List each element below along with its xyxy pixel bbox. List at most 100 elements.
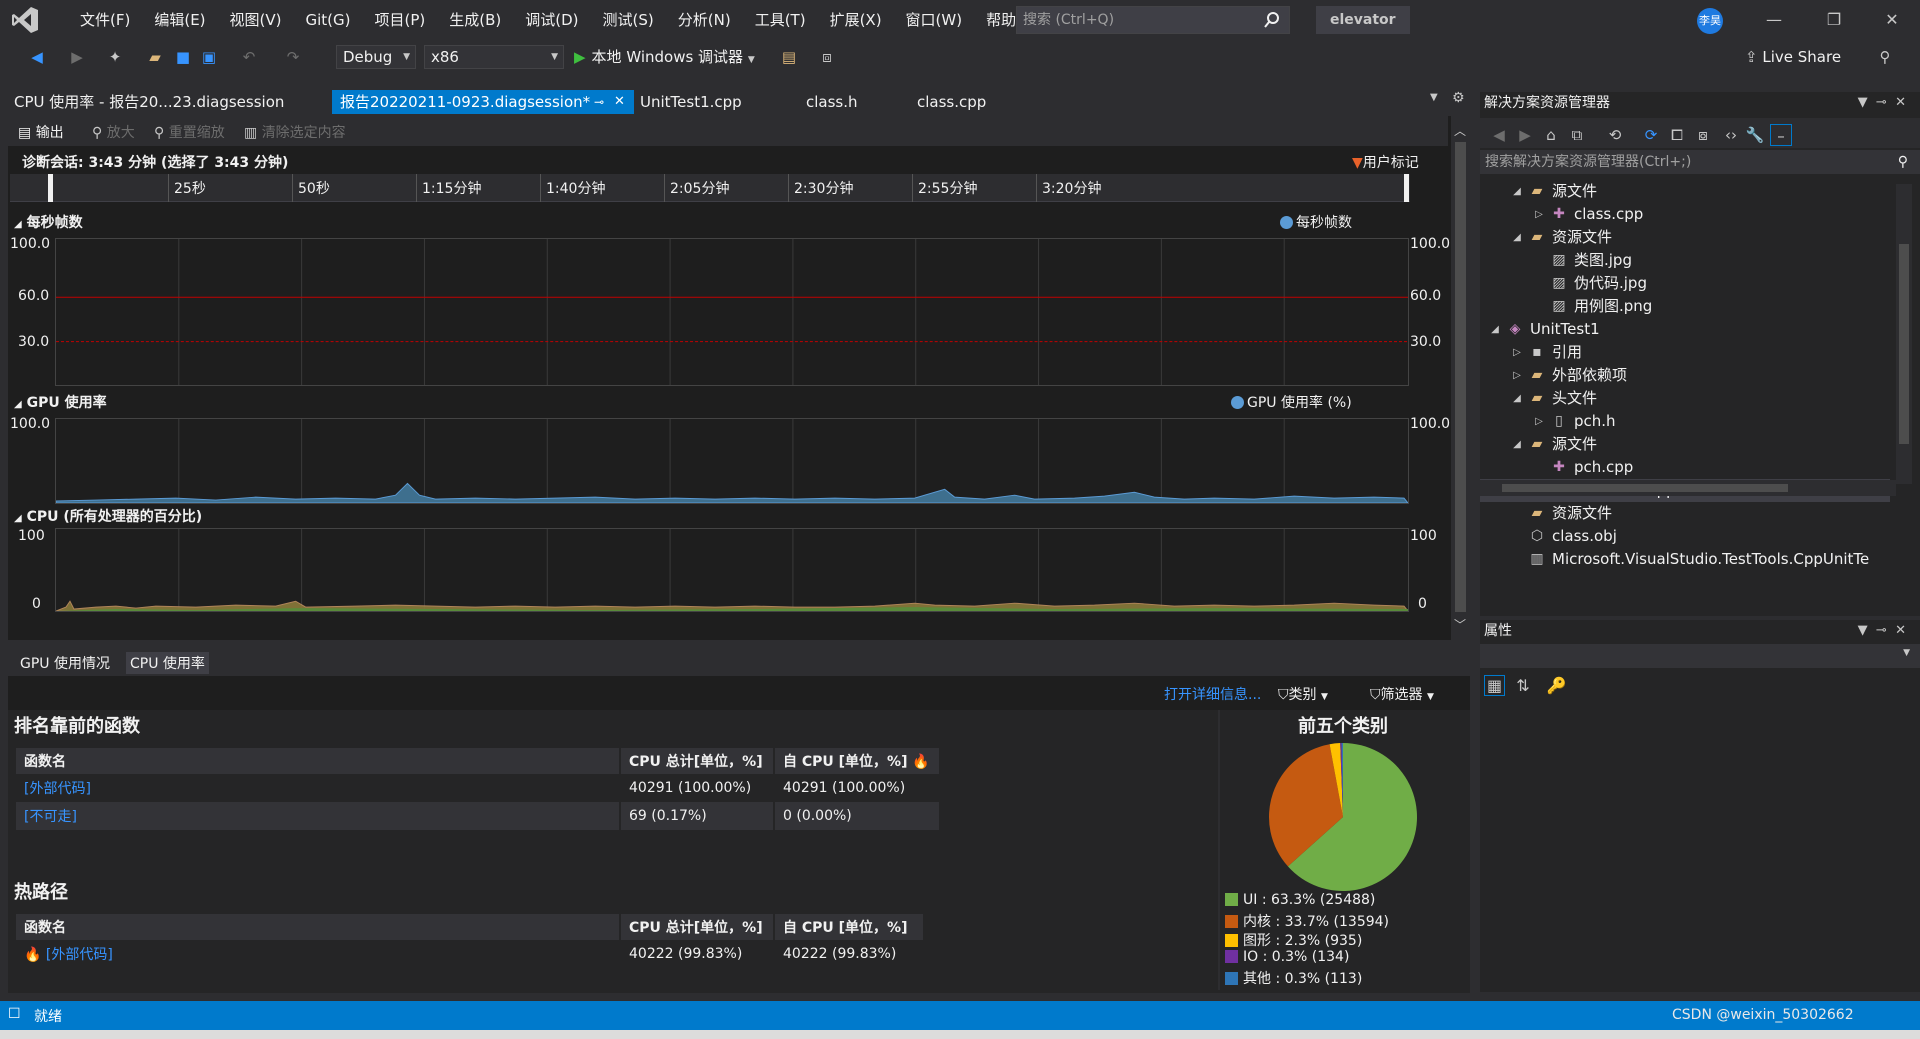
menu-edit[interactable]: 编辑(E)	[142, 0, 217, 40]
search-input[interactable]: 搜索 (Ctrl+Q)	[1016, 6, 1290, 34]
avatar[interactable]: 李昊	[1697, 8, 1723, 34]
tree-expander-icon[interactable]: ▷	[1532, 203, 1546, 226]
config-select[interactable]: Debug ▼	[336, 45, 416, 69]
col-function-name[interactable]: 函数名	[16, 748, 621, 774]
menu-window[interactable]: 窗口(W)	[894, 0, 975, 40]
clear-selection-button[interactable]: ▥ 清除选定内容	[244, 122, 346, 142]
tree-item[interactable]: ⬡ class.obj	[1480, 525, 1890, 548]
tree-item[interactable]: ▨ 类图.jpg	[1480, 249, 1890, 272]
maximize-icon[interactable]: ❐	[1806, 0, 1862, 40]
tab-class-cpp[interactable]: class.cpp	[909, 90, 994, 114]
tab-class-h[interactable]: class.h	[798, 90, 866, 114]
close-icon[interactable]: ✕	[1864, 0, 1920, 40]
table-row[interactable]: [不可走] 69 (0.17%) 0 (0.00%)	[16, 802, 941, 830]
category-filter-button[interactable]: ⛉类别 ▼	[1278, 684, 1328, 704]
function-name-cell[interactable]: 🔥 [外部代码]	[16, 940, 621, 968]
open-details-link[interactable]: 打开详细信息...	[1164, 684, 1261, 704]
tab-cpu-usage-report[interactable]: CPU 使用率 - 报告20...23.diagsession	[6, 90, 292, 114]
open-folder-icon[interactable]: ▰	[144, 46, 166, 68]
tree-expander-icon[interactable]: ◢	[1488, 318, 1502, 341]
chevron-down-icon[interactable]: ▼	[1858, 623, 1868, 638]
fps-graph[interactable]	[55, 238, 1409, 386]
pin-icon[interactable]: ⊸	[594, 90, 604, 114]
tree-item[interactable]: ◢ ▰ 头文件	[1480, 387, 1890, 410]
back-icon[interactable]: ◀	[1488, 124, 1510, 146]
gpu-section-header[interactable]: ◢ GPU 使用率	[14, 392, 107, 412]
tree-item[interactable]: ◢ ▰ 资源文件	[1480, 226, 1890, 249]
pin-icon[interactable]: ⊸	[1876, 623, 1887, 638]
live-share-button[interactable]: ⇪ Live Share	[1745, 48, 1841, 66]
scroll-thumb[interactable]	[1502, 484, 1788, 492]
zoom-in-button[interactable]: ⚲ 放大	[92, 122, 135, 142]
properties-object-select[interactable]: ▼	[1480, 644, 1920, 668]
gear-icon[interactable]: ⚙	[1452, 90, 1465, 106]
pin-icon[interactable]: ⊸	[1876, 95, 1887, 110]
tree-item[interactable]: ◢ ◈ UnitTest1	[1480, 318, 1890, 341]
menu-file[interactable]: 文件(F)	[68, 0, 142, 40]
forward-icon[interactable]: ▶	[66, 46, 88, 68]
tree-expander-icon[interactable]: ◢	[1510, 226, 1524, 249]
tree-item[interactable]: ▷ ▯ pch.h	[1480, 410, 1890, 433]
user-marks-legend[interactable]: ▼用户标记	[1352, 152, 1419, 172]
fps-section-header[interactable]: ◢ 每秒帧数	[14, 212, 83, 232]
property-pages-icon[interactable]: 🔑	[1541, 676, 1573, 695]
tree-item[interactable]: ▷ ▪ 引用	[1480, 341, 1890, 364]
menu-build[interactable]: 生成(B)	[437, 0, 513, 40]
table-row[interactable]: [外部代码] 40291 (100.00%) 40291 (100.00%)	[16, 774, 941, 802]
close-icon[interactable]: ✕	[1895, 623, 1906, 638]
scroll-thumb[interactable]	[1455, 142, 1466, 612]
close-tab-icon[interactable]: ✕	[614, 90, 625, 114]
tree-item[interactable]: ▨ 伪代码.jpg	[1480, 272, 1890, 295]
timeline-ruler[interactable]: 25秒 50秒 1:15分钟 1:40分钟 2:05分钟 2:30分钟 2:55…	[10, 174, 1410, 202]
back-icon[interactable]: ◀	[26, 46, 48, 68]
menu-extensions[interactable]: 扩展(X)	[818, 0, 894, 40]
close-icon[interactable]: ✕	[1895, 95, 1906, 110]
diag-vertical-scrollbar[interactable]: ︿ ﹀	[1451, 116, 1470, 640]
menu-analyze[interactable]: 分析(N)	[666, 0, 743, 40]
output-button[interactable]: ▤ 输出	[18, 122, 64, 142]
tab-list-chevron-icon[interactable]: ▼	[1430, 92, 1438, 103]
chevron-down-icon[interactable]: ▼	[1858, 95, 1868, 110]
browse-icon[interactable]: ▤	[778, 46, 800, 68]
tree-item[interactable]: ▷ ✚ class.cpp	[1480, 203, 1890, 226]
tab-gpu-usage[interactable]: GPU 使用情况	[16, 652, 114, 674]
save-all-icon[interactable]: ▣	[198, 46, 220, 68]
tree-horizontal-scrollbar[interactable]	[1480, 480, 1896, 496]
col-cpu-total[interactable]: CPU 总计[单位，%]	[620, 748, 775, 774]
selection-handle-left[interactable]	[48, 174, 53, 202]
history-icon[interactable]: ⟲	[1604, 124, 1626, 146]
menu-tools[interactable]: 工具(T)	[743, 0, 818, 40]
scroll-up-icon[interactable]: ︿	[1454, 122, 1466, 139]
function-name-cell[interactable]: [外部代码]	[16, 774, 621, 802]
platform-select[interactable]: x86 ▼	[424, 45, 564, 69]
refresh-icon[interactable]: ⟳	[1640, 124, 1662, 146]
wrench-icon[interactable]: 🔧	[1744, 124, 1766, 146]
tree-expander-icon[interactable]: ◢	[1510, 433, 1524, 456]
tree-item[interactable]: ✚ pch.cpp	[1480, 456, 1890, 479]
menu-project[interactable]: 项目(P)	[363, 0, 438, 40]
selection-handle-right[interactable]	[1404, 174, 1409, 202]
switch-views-icon[interactable]: ⧉	[1566, 124, 1588, 146]
col-self-cpu[interactable]: 自 CPU [单位，%]	[774, 914, 925, 940]
tree-expander-icon[interactable]: ◢	[1510, 180, 1524, 203]
menu-test[interactable]: 测试(S)	[591, 0, 666, 40]
col-self-cpu[interactable]: 自 CPU [单位，%] 🔥	[774, 748, 941, 774]
tree-item[interactable]: ▨ 用例图.png	[1480, 295, 1890, 318]
menu-debug[interactable]: 调试(D)	[513, 0, 590, 40]
tree-expander-icon[interactable]: ▷	[1532, 410, 1546, 433]
function-name-cell[interactable]: [不可走]	[16, 802, 621, 830]
menu-git[interactable]: Git(G)	[294, 0, 363, 40]
preview-icon[interactable]: –	[1770, 124, 1792, 146]
tree-item[interactable]: ▰ 资源文件	[1480, 502, 1890, 525]
categorized-icon[interactable]: ▦	[1484, 675, 1506, 696]
code-icon[interactable]: ‹›	[1720, 124, 1742, 146]
col-function-name[interactable]: 函数名	[16, 914, 621, 940]
feedback-icon[interactable]: ⚲	[1874, 46, 1896, 68]
start-debugging-button[interactable]: ▶ 本地 Windows 调试器 ▼	[574, 45, 755, 69]
cpu-usage-graph[interactable]	[55, 528, 1409, 612]
screenshot-icon[interactable]: ⧈	[816, 46, 838, 68]
collapse-all-icon[interactable]: ⧠	[1666, 124, 1688, 146]
tab-unittest1-cpp[interactable]: UnitTest1.cpp	[632, 90, 750, 114]
new-project-icon[interactable]: ✦	[104, 46, 126, 68]
tree-item[interactable]: ◢ ▰ 源文件	[1480, 180, 1890, 203]
